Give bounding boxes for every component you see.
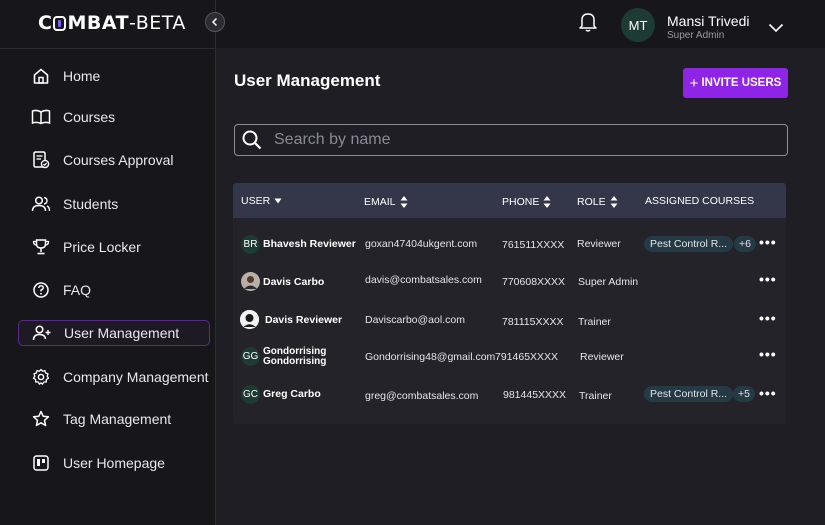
home-icon bbox=[30, 65, 52, 87]
user-photo-avatar bbox=[240, 310, 259, 329]
course-chip[interactable]: Pest Control R... bbox=[644, 386, 734, 402]
role-cell: Super Admin bbox=[578, 276, 639, 288]
sidebar-item-user-management[interactable]: User Management bbox=[18, 320, 210, 346]
phone-cell: 791465XXXX bbox=[495, 351, 559, 363]
role-cell: Trainer bbox=[579, 390, 612, 402]
settings-icon bbox=[30, 366, 52, 388]
more-options-icon[interactable]: ••• bbox=[759, 234, 777, 250]
app-logo[interactable]: C MBAT-BETA bbox=[38, 12, 186, 34]
sidebar-item-label: User Management bbox=[64, 325, 180, 341]
user-name-cell: Gondorrising Gondorrising bbox=[263, 346, 327, 367]
phone-cell: 981445XXXX bbox=[503, 389, 567, 401]
search-input[interactable] bbox=[274, 131, 754, 149]
user-avatar: GG bbox=[241, 347, 260, 366]
column-phone[interactable]: PHONE bbox=[502, 195, 551, 209]
homepage-icon bbox=[30, 452, 52, 474]
email-cell: Gondorrising48@gmail.com bbox=[365, 351, 496, 363]
role-cell: Reviewer bbox=[577, 238, 621, 250]
user-avatar: BR bbox=[241, 235, 260, 254]
more-courses-badge[interactable]: +6 bbox=[734, 236, 756, 252]
sidebar-item-label: Courses bbox=[63, 109, 116, 125]
sidebar-item-faq[interactable]: FAQ bbox=[18, 275, 210, 305]
sort-icon bbox=[610, 196, 618, 208]
sidebar-item-students[interactable]: Students bbox=[18, 189, 210, 219]
avatar[interactable]: MT bbox=[621, 8, 655, 42]
question-icon bbox=[30, 279, 52, 301]
sort-icon bbox=[400, 196, 408, 208]
sidebar-item-price-locker[interactable]: Price Locker bbox=[18, 232, 210, 262]
sidebar-item-label: User Homepage bbox=[63, 455, 165, 471]
collapse-sidebar-button[interactable] bbox=[205, 12, 225, 32]
bell-icon[interactable] bbox=[578, 11, 598, 38]
column-email[interactable]: EMAIL bbox=[364, 195, 408, 209]
sidebar-item-label: Price Locker bbox=[63, 239, 141, 255]
more-options-icon[interactable]: ••• bbox=[759, 271, 777, 287]
sidebar-item-label: Company Management bbox=[63, 369, 209, 385]
email-cell: greg@combatsales.com bbox=[365, 390, 479, 402]
email-cell: Daviscarbo@aol.com bbox=[365, 314, 465, 326]
sidebar: C MBAT-BETA Home Courses Courses Approval… bbox=[0, 0, 216, 525]
more-options-icon[interactable]: ••• bbox=[759, 310, 777, 326]
search-box bbox=[234, 124, 788, 156]
more-courses-badge[interactable]: +5 bbox=[733, 386, 755, 402]
star-icon bbox=[30, 408, 52, 430]
sidebar-divider bbox=[0, 48, 215, 49]
email-cell: davis@combatsales.com bbox=[365, 274, 482, 286]
sidebar-item-courses[interactable]: Courses bbox=[18, 102, 210, 132]
phone-cell: 761511XXXX bbox=[502, 239, 565, 251]
user-name: Mansi Trivedi bbox=[667, 13, 750, 29]
column-assigned-courses: ASSIGNED COURSES bbox=[645, 195, 755, 207]
sidebar-item-label: FAQ bbox=[63, 282, 92, 298]
role-cell: Trainer bbox=[578, 316, 611, 328]
users-table: USER EMAIL PHONE ROLE ASSIGNED COURSES B… bbox=[233, 183, 786, 424]
user-add-icon bbox=[31, 322, 53, 344]
course-chip[interactable]: Pest Control R... bbox=[644, 236, 734, 252]
approval-icon bbox=[30, 149, 52, 171]
sidebar-item-label: Students bbox=[63, 196, 119, 212]
trophy-icon bbox=[30, 236, 52, 258]
user-name-cell: Davis Carbo bbox=[263, 276, 325, 288]
user-name-cell: Davis Reviewer bbox=[265, 314, 343, 326]
sidebar-item-label: Tag Management bbox=[63, 411, 172, 427]
search-icon bbox=[241, 129, 263, 151]
more-options-icon[interactable]: ••• bbox=[759, 346, 777, 362]
chevron-down-icon[interactable] bbox=[768, 20, 784, 38]
students-icon bbox=[30, 193, 52, 215]
user-name-cell: Greg Carbo bbox=[263, 388, 321, 400]
sidebar-item-company-management[interactable]: Company Management bbox=[18, 362, 210, 392]
column-user[interactable]: USER bbox=[241, 195, 282, 207]
table-header: USER EMAIL PHONE ROLE ASSIGNED COURSES bbox=[233, 183, 786, 218]
user-photo-avatar bbox=[241, 272, 260, 291]
more-options-icon[interactable]: ••• bbox=[759, 385, 777, 401]
sort-desc-icon bbox=[274, 198, 282, 204]
phone-cell: 781115XXXX bbox=[502, 316, 564, 328]
sort-icon bbox=[543, 196, 551, 208]
user-role: Super Admin bbox=[667, 30, 725, 41]
page-title: User Management bbox=[234, 71, 381, 90]
sidebar-item-label: Courses Approval bbox=[63, 152, 174, 168]
user-name-cell: Bhavesh Reviewer bbox=[263, 238, 356, 250]
sidebar-item-courses-approval[interactable]: Courses Approval bbox=[18, 145, 210, 175]
sidebar-item-home[interactable]: Home bbox=[18, 61, 210, 91]
chevron-left-icon bbox=[211, 17, 218, 27]
sidebar-item-label: Home bbox=[63, 68, 101, 84]
invite-users-button[interactable]: + INVITE USERS bbox=[683, 68, 788, 98]
email-cell: goxan47404ukgent.com bbox=[365, 238, 478, 250]
column-role[interactable]: ROLE bbox=[577, 195, 618, 209]
phone-cell: 770608XXXX bbox=[502, 276, 566, 288]
sidebar-item-user-homepage[interactable]: User Homepage bbox=[18, 448, 210, 478]
user-avatar: GC bbox=[241, 385, 260, 404]
book-icon bbox=[30, 106, 52, 128]
role-cell: Reviewer bbox=[580, 351, 624, 363]
sidebar-item-tag-management[interactable]: Tag Management bbox=[18, 404, 210, 434]
